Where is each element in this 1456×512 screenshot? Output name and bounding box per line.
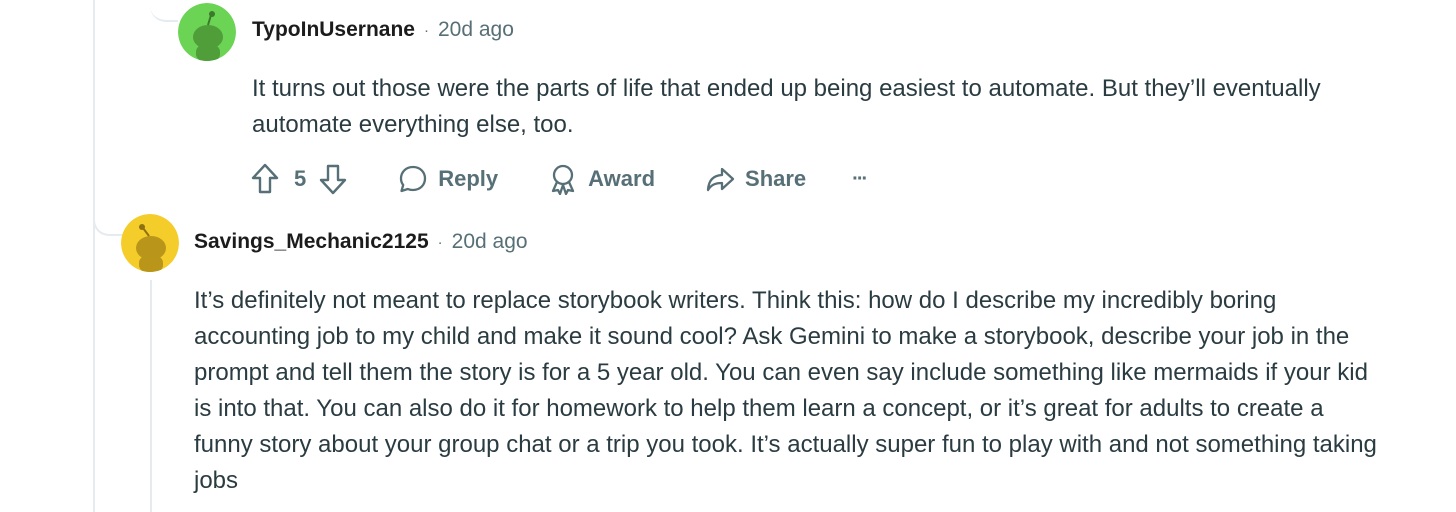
snoo-avatar-icon <box>121 214 179 272</box>
award-label: Award <box>588 166 656 191</box>
vote-score: 5 <box>294 166 307 191</box>
thread-line-inner[interactable] <box>150 280 152 512</box>
chat-bubble-icon <box>400 165 427 193</box>
comment-actions: 5 Reply Award Share ··· <box>250 162 868 196</box>
timestamp[interactable]: 20d ago <box>438 18 514 42</box>
award-button[interactable]: Award <box>548 163 655 195</box>
user-avatar[interactable] <box>178 3 236 61</box>
comment-body: It’s definitely not meant to replace sto… <box>194 287 1377 494</box>
username[interactable]: TypoInUsernane <box>252 18 415 42</box>
share-label: Share <box>745 166 807 191</box>
more-options-button[interactable]: ··· <box>852 167 868 191</box>
comment-body: It turns out those were the parts of lif… <box>252 75 1321 138</box>
share-button[interactable]: Share <box>705 164 806 194</box>
user-avatar[interactable] <box>121 214 179 272</box>
snoo-avatar-icon <box>178 3 236 61</box>
meta-separator: · <box>437 233 443 251</box>
arrow-down-icon <box>320 164 347 195</box>
reply-button[interactable]: Reply <box>398 164 498 194</box>
share-arrow-icon <box>706 167 735 192</box>
thread-branch-connector <box>93 200 123 236</box>
upvote-button[interactable] <box>250 162 280 196</box>
comment-meta: Savings_Mechanic2125 · 20d ago <box>194 230 528 254</box>
meta-separator: · <box>423 21 429 39</box>
arrow-up-icon <box>251 163 279 194</box>
timestamp[interactable]: 20d ago <box>452 230 528 254</box>
reply-label: Reply <box>438 166 499 191</box>
award-icon <box>552 164 575 195</box>
more-dots-icon: ··· <box>852 167 868 190</box>
thread-line-outer[interactable] <box>93 0 95 512</box>
thread-branch-connector <box>150 0 178 22</box>
comment-meta: TypoInUsernane · 20d ago <box>252 18 514 42</box>
username[interactable]: Savings_Mechanic2125 <box>194 230 429 254</box>
downvote-button[interactable] <box>318 162 348 196</box>
